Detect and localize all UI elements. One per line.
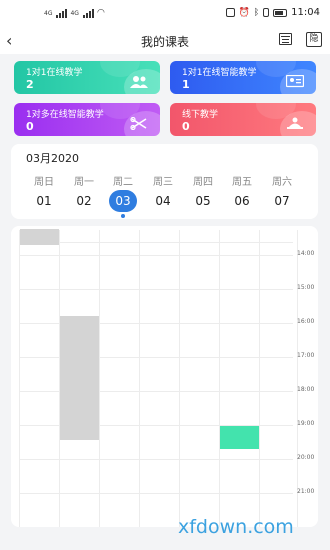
grid-line: [297, 230, 298, 527]
battery-icon: [273, 8, 288, 17]
weekday-label: 周五: [232, 177, 252, 188]
scissors-icon: [130, 117, 147, 130]
clock: 11:04: [291, 7, 320, 18]
grid-line: [19, 255, 293, 256]
time-label: 14:00: [297, 250, 315, 257]
nfc-icon: [225, 8, 235, 17]
group-icon: [130, 76, 148, 88]
time-label: 17:00: [297, 352, 315, 359]
date-cell[interactable]: 07: [268, 190, 296, 212]
card-title: 1对1在线教学: [26, 68, 83, 78]
signal-icon: [82, 8, 94, 18]
grid-line: [179, 230, 180, 527]
weekday-label: 周二: [113, 177, 133, 188]
net-tag: 4G: [70, 9, 79, 17]
card-offline[interactable]: 线下教学 0: [170, 103, 316, 136]
bluetooth-icon: ᛒ: [253, 7, 260, 18]
date-cell[interactable]: 02: [70, 190, 98, 212]
card-count: 1: [182, 78, 190, 91]
card-online-smart-group[interactable]: 1对多在线智能教学 0: [14, 103, 160, 136]
net-tag: 4G: [44, 9, 53, 17]
date-cell[interactable]: 01: [30, 190, 58, 212]
time-label: 15:00: [297, 284, 315, 291]
week-selector: 03月2020 周日 周一 周二 周三 周四 周五 周六 01 02 03 04…: [11, 144, 318, 219]
weekday-label: 周一: [74, 177, 94, 188]
date-cell-selected[interactable]: 03: [109, 190, 137, 212]
signal-icon: [56, 8, 68, 18]
status-left: 4G 4G ◠: [44, 8, 105, 18]
card-online-smart-1v1[interactable]: 1对1在线智能教学 1: [170, 61, 316, 94]
vibrate-icon: [263, 8, 270, 17]
time-label: 19:00: [297, 420, 315, 427]
card-count: 0: [26, 120, 34, 133]
weekday-label: 周日: [34, 177, 54, 188]
time-label: 20:00: [297, 454, 315, 461]
card-count: 2: [26, 78, 34, 91]
weekday-label: 周三: [153, 177, 173, 188]
screen-icon: [286, 75, 304, 88]
grid-line: [139, 230, 140, 527]
card-count: 0: [182, 120, 190, 133]
grid-line: [219, 230, 220, 527]
time-label: 18:00: [297, 386, 315, 393]
status-bar: 4G 4G ◠ ⏰ ᛒ 11:04: [0, 0, 330, 28]
wifi-icon: ◠: [96, 8, 105, 18]
date-cell[interactable]: 05: [189, 190, 217, 212]
teacher-icon: [287, 117, 303, 129]
course-block[interactable]: [60, 316, 99, 440]
grid-line: [19, 459, 293, 460]
weekday-label: 周四: [193, 177, 213, 188]
calendar-icon[interactable]: [279, 33, 292, 45]
course-block[interactable]: [220, 426, 259, 449]
hide-button[interactable]: 隐: [306, 32, 322, 47]
status-right: ⏰ ᛒ 11:04: [225, 7, 320, 18]
watermark-text: xfdown.com: [178, 516, 294, 538]
card-online-1v1[interactable]: 1对1在线教学 2: [14, 61, 160, 94]
grid-line: [99, 230, 100, 527]
weekday-label: 周六: [272, 177, 292, 188]
month-label: 03月2020: [26, 152, 79, 165]
grid-line: [19, 493, 293, 494]
selected-indicator: [121, 214, 125, 218]
time-label: 21:00: [297, 488, 315, 495]
app-header: ‹ 我的课表 隐: [0, 28, 330, 54]
course-block[interactable]: [20, 229, 59, 245]
card-title: 线下教学: [182, 110, 219, 120]
watermark: xfdown.com: [178, 516, 294, 538]
alarm-icon: ⏰: [238, 7, 250, 18]
grid-line: [19, 289, 293, 290]
card-title: 1对1在线智能教学: [182, 68, 257, 78]
date-cell[interactable]: 04: [149, 190, 177, 212]
date-cell[interactable]: 06: [228, 190, 256, 212]
card-title: 1对多在线智能教学: [26, 110, 104, 120]
grid-line: [19, 230, 20, 527]
time-label: 16:00: [297, 318, 315, 325]
grid-line: [259, 230, 260, 527]
grid-line: [19, 242, 293, 243]
timetable-grid: 14:00 15:00 16:00 17:00 18:00 19:00 20:0…: [11, 226, 318, 527]
